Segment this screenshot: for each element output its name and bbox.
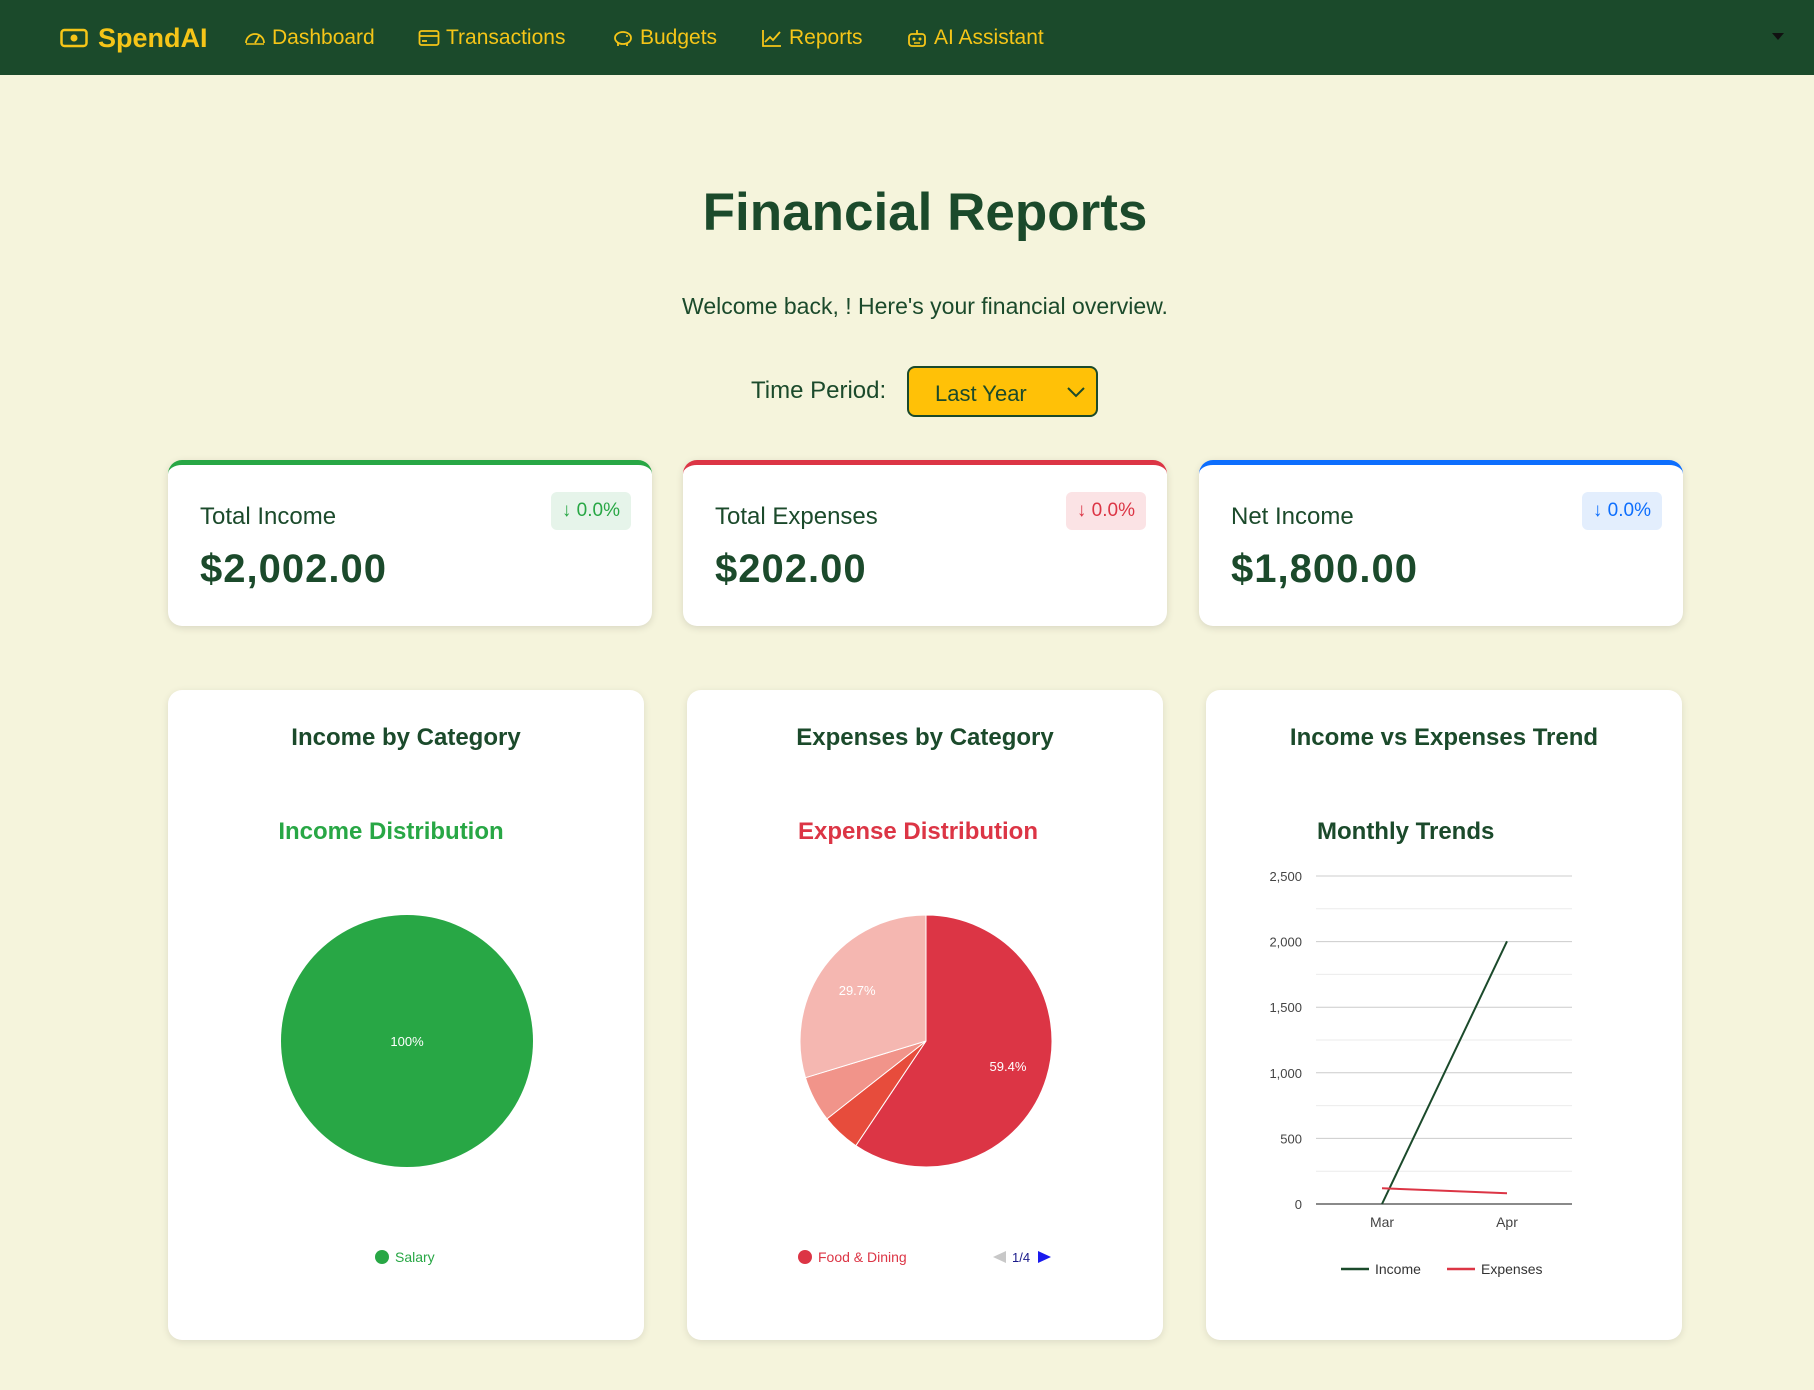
nav-transactions[interactable]: Transactions: [418, 18, 565, 58]
slice-label: 100%: [390, 1034, 424, 1049]
legend-item[interactable]: Food & Dining: [798, 1249, 907, 1265]
expenses-by-category-card: Expenses by Category Expense Distributio…: [687, 690, 1163, 1340]
nav-label: AI Assistant: [934, 26, 1044, 49]
brand-name: SpendAI: [98, 22, 208, 53]
trend-line-chart: Monthly Trends 0 500 1,000 1,500 2,000 2,500 M…: [1269, 818, 1572, 1277]
slice-label: 59.4%: [990, 1059, 1027, 1074]
credit-card-icon: [418, 30, 440, 46]
time-period-select[interactable]: Last Year: [907, 366, 1098, 417]
change-badge: ↓ 0.0%: [1581, 492, 1662, 530]
series-line: [1381, 1187, 1508, 1195]
nav-label: Reports: [789, 26, 863, 49]
speedometer-icon: [245, 33, 265, 45]
stat-label: Total Expenses: [715, 503, 878, 530]
chart-title: Monthly Trends: [1317, 818, 1494, 845]
change-badge: ↓ 0.0%: [550, 492, 631, 530]
nav-label: Budgets: [640, 26, 718, 49]
income-vs-expenses-trend-card: Income vs Expenses Trend Monthly Trends …: [1206, 690, 1682, 1340]
piggy-bank-icon: [614, 31, 632, 46]
legend-item[interactable]: Expenses: [1447, 1261, 1542, 1277]
legend-next-icon[interactable]: [1038, 1251, 1051, 1263]
y-tick-label: 1,500: [1269, 1000, 1302, 1015]
legend-swatch: [375, 1250, 389, 1264]
chart-title: Expense Distribution: [798, 818, 1038, 845]
nav-reports[interactable]: Reports: [761, 18, 863, 58]
user-menu-caret-icon[interactable]: [1772, 33, 1784, 40]
legend-item[interactable]: Salary: [375, 1249, 435, 1265]
legend-label: Food & Dining: [818, 1249, 907, 1265]
legend-page-label: 1/4: [1012, 1250, 1030, 1265]
stat-amount: $2,002.00: [200, 547, 387, 591]
stat-label: Total Income: [200, 503, 337, 530]
legend-prev-icon[interactable]: [993, 1251, 1006, 1263]
top-navbar: SpendAI Dashboard Transactions Budgets R…: [0, 0, 1814, 75]
net-income-card: Net Income $1,800.00 ↓ 0.0%: [1199, 460, 1683, 626]
graph-up-icon: [762, 30, 781, 47]
expense-pie-chart: Expense Distribution 1/4 59.4% 29.7% Food …: [798, 818, 1053, 1265]
total-expenses-card: Total Expenses $202.00 ↓ 0.0%: [683, 460, 1167, 626]
income-pie-chart: Income Distribution 100% Salary: [278, 818, 533, 1265]
nav-budgets[interactable]: Budgets: [612, 18, 717, 58]
cash-icon: [60, 28, 88, 48]
y-tick-label: 500: [1280, 1131, 1302, 1146]
x-tick-label: Apr: [1496, 1214, 1518, 1230]
legend-item[interactable]: Income: [1341, 1261, 1421, 1277]
x-tick-label: Mar: [1370, 1214, 1394, 1230]
income-by-category-card: Income by Category Income Distribution 1…: [168, 690, 644, 1340]
chart-title: Income Distribution: [278, 818, 503, 845]
legend-pager[interactable]: 1/4: [993, 1250, 1051, 1265]
time-period-value: Last Year: [935, 381, 1027, 406]
nav-label: Dashboard: [272, 26, 375, 49]
stat-amount: $1,800.00: [1231, 547, 1418, 591]
y-tick-label: 0: [1295, 1197, 1302, 1212]
time-period-label: Time Period:: [751, 377, 887, 404]
stat-label: Net Income: [1231, 503, 1354, 530]
change-badge: ↓ 0.0%: [1065, 492, 1146, 530]
slice-label: 29.7%: [839, 983, 876, 998]
legend-label: Salary: [395, 1249, 435, 1265]
y-tick-label: 2,000: [1269, 935, 1302, 950]
robot-icon: [908, 30, 926, 47]
brand-link[interactable]: SpendAI: [60, 18, 208, 58]
stat-amount: $202.00: [715, 547, 867, 591]
nav-dashboard[interactable]: Dashboard: [244, 18, 375, 58]
legend-label: Expenses: [1481, 1261, 1542, 1277]
page-title: Financial Reports: [702, 183, 1148, 242]
nav-ai-assistant[interactable]: AI Assistant: [906, 18, 1044, 58]
legend-label: Income: [1375, 1261, 1421, 1277]
welcome-message: Welcome back, ! Here's your financial ov…: [682, 293, 1168, 319]
y-tick-label: 2,500: [1269, 869, 1302, 884]
chevron-down-icon: [1067, 387, 1085, 398]
nav-label: Transactions: [446, 26, 566, 49]
total-income-card: Total Income $2,002.00 ↓ 0.0%: [168, 460, 652, 626]
legend-swatch: [798, 1250, 812, 1264]
y-tick-label: 1,000: [1269, 1066, 1302, 1081]
